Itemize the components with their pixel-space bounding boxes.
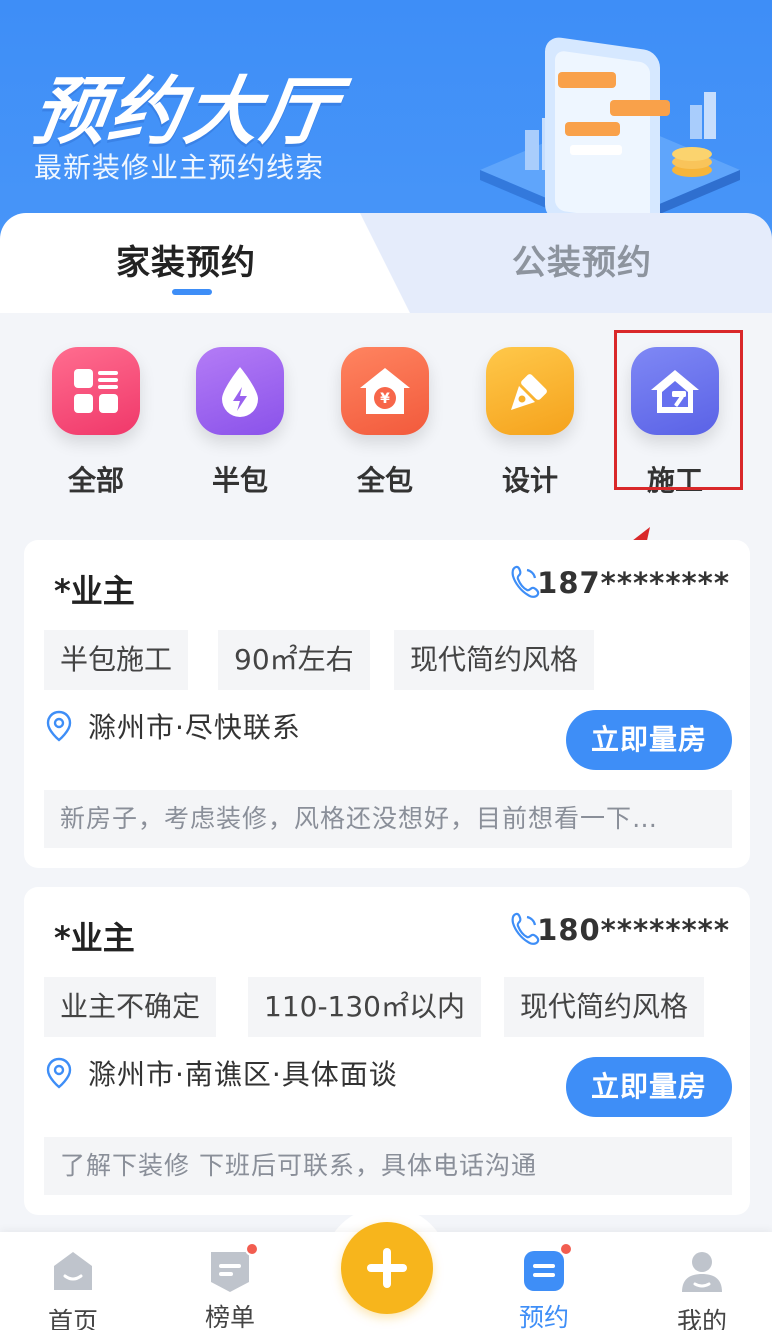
page-subtitle: 最新装修业主预约线索 xyxy=(34,151,325,184)
pen-ruler-icon xyxy=(486,347,574,435)
nav-item-home[interactable]: 首页 xyxy=(23,1232,123,1330)
nav-label: 预约 xyxy=(518,1303,569,1330)
owner-name: *业主 xyxy=(54,572,135,610)
tab-public-decoration[interactable]: 公装预约 xyxy=(512,235,652,284)
phone-number: 180******** xyxy=(537,913,730,947)
phone-icon[interactable] xyxy=(510,564,540,598)
house-yuan-icon: ¥ xyxy=(341,347,429,435)
svg-text:¥: ¥ xyxy=(380,391,390,407)
lead-card[interactable]: *业主 187******** 半包施工 90㎡左右 现代简约风格 滁州市·尽快… xyxy=(24,540,750,868)
tag-chip: 半包施工 xyxy=(44,630,189,690)
category-full-package[interactable]: ¥ 全包 xyxy=(339,347,431,499)
profile-icon xyxy=(682,1252,722,1292)
notification-dot xyxy=(559,1242,573,1256)
lead-card[interactable]: *业主 180******** 业主不确定 110-130㎡以内 现代简约风格 … xyxy=(24,887,750,1215)
tag-chip: 业主不确定 xyxy=(44,977,217,1037)
category-design[interactable]: 设计 xyxy=(484,347,576,499)
phone-illustration-icon xyxy=(480,37,740,220)
phone-number: 187******** xyxy=(537,566,730,600)
location-pin-icon xyxy=(46,710,72,742)
nav-label: 首页 xyxy=(47,1307,98,1330)
plus-button[interactable] xyxy=(341,1222,433,1314)
tag-chip: 110-130㎡以内 xyxy=(248,977,481,1037)
lead-note: 新房子，考虑装修，风格还没想好，目前想看一下… xyxy=(44,790,732,848)
nav-label: 榜单 xyxy=(204,1303,255,1330)
home-icon xyxy=(54,1252,92,1290)
nav-item-profile[interactable]: 我的 xyxy=(652,1232,752,1330)
measure-now-button[interactable]: 立即量房 xyxy=(566,1057,732,1117)
nav-label: 我的 xyxy=(676,1307,727,1330)
measure-now-button[interactable]: 立即量房 xyxy=(566,710,732,770)
tab-bar: 家装预约 公装预约 xyxy=(0,213,772,313)
nav-item-booking[interactable]: 预约 xyxy=(494,1232,594,1330)
category-label: 全部 xyxy=(67,464,124,497)
highlight-box xyxy=(614,330,743,490)
active-tab-indicator xyxy=(172,289,212,295)
category-label: 设计 xyxy=(501,464,558,497)
location-text: 滁州市·南谯区·具体面谈 xyxy=(88,1058,398,1091)
nav-item-ranking[interactable]: 榜单 xyxy=(180,1232,280,1330)
location-pin-icon xyxy=(46,1057,72,1089)
category-half-package[interactable]: 半包 xyxy=(194,347,286,499)
location-text: 滁州市·尽快联系 xyxy=(88,711,301,744)
category-label: 全包 xyxy=(356,464,413,497)
drop-lightning-icon xyxy=(196,347,284,435)
tag-chip: 现代简约风格 xyxy=(394,630,595,690)
lead-note: 了解下装修 下班后可联系，具体电话沟通 xyxy=(44,1137,732,1195)
phone-icon[interactable] xyxy=(510,911,540,945)
tab-home-decoration[interactable]: 家装预约 xyxy=(116,235,256,284)
tag-chip: 现代简约风格 xyxy=(504,977,705,1037)
ranking-icon xyxy=(207,1242,259,1294)
notification-dot xyxy=(245,1242,259,1256)
tag-chip: 90㎡左右 xyxy=(218,630,370,690)
category-all[interactable]: 全部 xyxy=(50,347,142,499)
owner-name: *业主 xyxy=(54,919,135,957)
page-title: 预约大厅 xyxy=(27,69,344,155)
category-label: 半包 xyxy=(211,464,268,497)
booking-icon xyxy=(521,1242,573,1294)
grid-list-icon xyxy=(52,347,140,435)
